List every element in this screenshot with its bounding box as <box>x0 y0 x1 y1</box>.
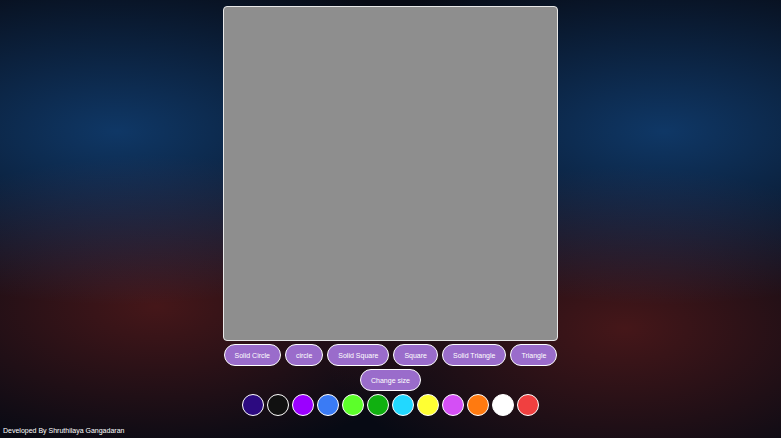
change-size-button[interactable]: Change size <box>360 369 421 391</box>
drawing-canvas[interactable] <box>223 6 558 341</box>
shape-button[interactable]: circle <box>285 344 323 366</box>
color-swatch[interactable] <box>442 394 464 416</box>
color-swatch[interactable] <box>392 394 414 416</box>
color-swatch[interactable] <box>417 394 439 416</box>
size-button-row: Change size <box>360 369 421 391</box>
footer-credit: Developed By Shruthilaya Gangadaran <box>3 427 124 434</box>
app-page: Solid CirclecircleSolid SquareSquareSoli… <box>0 0 781 438</box>
color-swatch[interactable] <box>317 394 339 416</box>
color-palette <box>242 394 539 416</box>
shape-button[interactable]: Solid Circle <box>224 344 281 366</box>
shape-button[interactable]: Solid Square <box>327 344 389 366</box>
shape-button[interactable]: Triangle <box>510 344 557 366</box>
color-swatch[interactable] <box>242 394 264 416</box>
color-swatch[interactable] <box>467 394 489 416</box>
color-swatch[interactable] <box>292 394 314 416</box>
shape-button[interactable]: Square <box>393 344 438 366</box>
shape-button-row: Solid CirclecircleSolid SquareSquareSoli… <box>224 344 558 366</box>
color-swatch[interactable] <box>517 394 539 416</box>
color-swatch[interactable] <box>367 394 389 416</box>
color-swatch[interactable] <box>342 394 364 416</box>
color-swatch[interactable] <box>492 394 514 416</box>
color-swatch[interactable] <box>267 394 289 416</box>
shape-button[interactable]: Solid Triangle <box>442 344 506 366</box>
